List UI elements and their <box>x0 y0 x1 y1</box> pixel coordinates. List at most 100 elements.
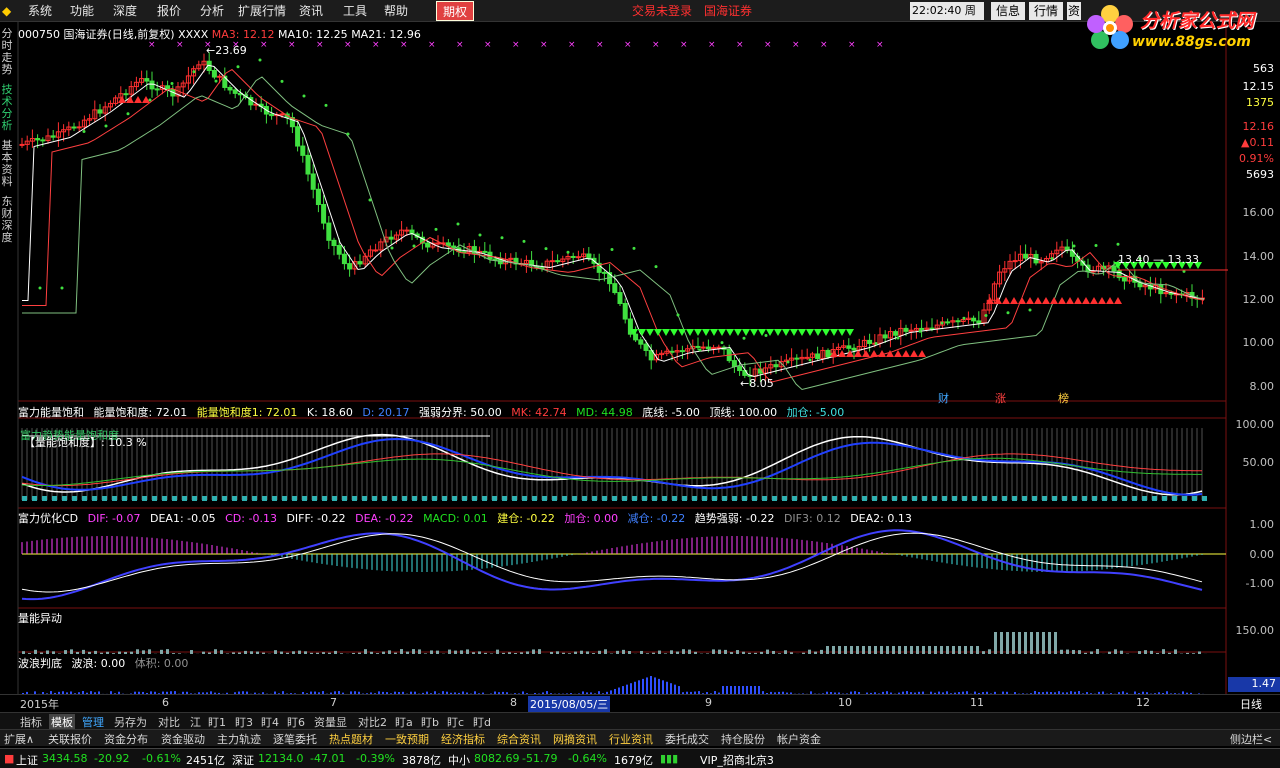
quick-sidebar[interactable]: 侧边栏< <box>1230 731 1272 747</box>
red-up-triangle <box>1082 297 1090 304</box>
p3-bar <box>1006 632 1009 654</box>
badge-rank[interactable]: 榜 <box>1058 390 1069 406</box>
nav-timeshare[interactable]: 分时走势 <box>0 28 14 76</box>
tab-template[interactable]: 模板 <box>49 714 75 730</box>
tab-compare[interactable]: 对比 <box>158 714 180 730</box>
p4-bar <box>650 676 652 694</box>
tab-d1[interactable]: 盯1 <box>208 714 226 730</box>
p3-bar <box>934 646 937 654</box>
sz-name[interactable]: 深证 <box>232 752 254 768</box>
period-label[interactable]: 日线 <box>1240 696 1262 712</box>
p3-bar <box>460 650 463 654</box>
app-icon[interactable]: ◆ <box>2 0 12 22</box>
menu-quote[interactable]: 报价 <box>157 0 181 22</box>
trend-dot <box>1072 244 1076 248</box>
nav-fundamentals[interactable]: 基本资料 <box>0 140 14 188</box>
quick-fund-drive[interactable]: 资金驱动 <box>161 731 205 747</box>
tab-compare2[interactable]: 对比2 <box>358 714 387 730</box>
p4-bar <box>722 686 724 694</box>
green-down-triangle <box>686 329 694 336</box>
p3-bar <box>52 651 55 654</box>
quick-positions[interactable]: 持仓股份 <box>721 731 765 747</box>
sh-name[interactable]: 上证 <box>16 752 38 768</box>
quick-news[interactable]: 综合资讯 <box>497 731 541 747</box>
candle-body <box>737 366 743 372</box>
quick-fund-dist[interactable]: 资金分布 <box>104 731 148 747</box>
quick-expand[interactable]: 扩展∧ <box>4 731 34 747</box>
p3-bar <box>820 649 823 654</box>
logo-url: www.88gs.com <box>1132 34 1251 50</box>
menu-function[interactable]: 功能 <box>70 0 94 22</box>
quick-tick-order[interactable]: 逐笔委托 <box>273 731 317 747</box>
p3-bar <box>688 649 691 654</box>
trend-dot <box>302 94 306 98</box>
quick-orders[interactable]: 委托成交 <box>665 731 709 747</box>
p1-base-marker <box>1102 496 1107 501</box>
tab-d6[interactable]: 盯6 <box>287 714 305 730</box>
p1-base-marker <box>622 496 627 501</box>
tab-manage[interactable]: 管理 <box>82 714 104 730</box>
nav-dfcf-depth[interactable]: 东财深度 <box>0 196 14 244</box>
trend-dot <box>918 329 922 333</box>
menu-tools[interactable]: 工具 <box>343 0 367 22</box>
info-amount: 1375 <box>1246 96 1274 109</box>
p3-bar <box>1042 632 1045 654</box>
y-tick-16: 16.00 <box>1242 206 1275 219</box>
trend-dot <box>786 360 790 364</box>
menu-news[interactable]: 资讯 <box>299 0 323 22</box>
quick-consensus[interactable]: 一致预期 <box>385 731 429 747</box>
tab-dd[interactable]: 盯d <box>473 714 491 730</box>
p1-base-marker <box>942 496 947 501</box>
zx-name[interactable]: 中小 <box>448 752 470 768</box>
menu-options[interactable]: 期权 <box>436 1 474 21</box>
tab-db[interactable]: 盯b <box>421 714 439 730</box>
quick-main-track[interactable]: 主力轨迹 <box>217 731 261 747</box>
p3-bar <box>856 646 859 654</box>
chart-canvas[interactable]: × × × × × × × × × × × × × × × × × × × × × × × × × × × <box>0 0 1280 768</box>
trend-dot <box>852 347 856 351</box>
menu-ext-market[interactable]: 扩展行情 <box>238 0 286 22</box>
badge-rise[interactable]: 涨 <box>995 390 1006 406</box>
candle-body <box>76 126 82 129</box>
tab-save-as[interactable]: 另存为 <box>114 714 147 730</box>
p1-mk: MK: 42.74 <box>511 406 567 419</box>
tab-indicator[interactable]: 指标 <box>20 714 42 730</box>
menu-analysis[interactable]: 分析 <box>200 0 224 22</box>
p3-bar <box>40 652 43 654</box>
quick-account[interactable]: 帐户资金 <box>777 731 821 747</box>
menu-system[interactable]: 系统 <box>28 0 52 22</box>
red-up-triangle <box>1098 297 1106 304</box>
quick-related[interactable]: 关联报价 <box>48 731 92 747</box>
signal-mark: × <box>680 40 688 50</box>
p1-base-marker <box>112 496 117 501</box>
p1-base-marker <box>162 496 167 501</box>
green-down-triangle <box>718 329 726 336</box>
tab-vol-show[interactable]: 资量显 <box>314 714 347 730</box>
trade-status[interactable]: 交易未登录 <box>632 0 692 22</box>
tab-dc[interactable]: 盯c <box>447 714 464 730</box>
menu-depth[interactable]: 深度 <box>113 0 137 22</box>
server-name[interactable]: VIP_招商北京3 <box>700 752 774 768</box>
info-button[interactable]: 信息 <box>991 2 1025 20</box>
tab-jiang[interactable]: 江 <box>190 714 201 730</box>
market-button[interactable]: 行情 <box>1029 2 1063 20</box>
green-down-triangle <box>670 329 678 336</box>
tab-d3[interactable]: 盯3 <box>235 714 253 730</box>
quick-economy[interactable]: 经济指标 <box>441 731 485 747</box>
tab-da[interactable]: 盯a <box>395 714 413 730</box>
tab-d4[interactable]: 盯4 <box>261 714 279 730</box>
green-down-triangle <box>694 329 702 336</box>
p2-cd: CD: -0.13 <box>225 512 277 525</box>
menu-help[interactable]: 帮助 <box>384 0 408 22</box>
p3-bar <box>1108 651 1111 654</box>
p1-base-marker <box>192 496 197 501</box>
p3-bar <box>142 650 145 654</box>
p3-bar <box>112 653 115 654</box>
quick-digest[interactable]: 网摘资讯 <box>553 731 597 747</box>
nav-technical[interactable]: 技术分析 <box>0 84 14 132</box>
quick-hot-topic[interactable]: 热点题材 <box>329 731 373 747</box>
p2-dif-line <box>21 529 1203 601</box>
candle-body <box>123 93 129 96</box>
quick-industry[interactable]: 行业资讯 <box>609 731 653 747</box>
badge-finance[interactable]: 财 <box>938 390 949 406</box>
